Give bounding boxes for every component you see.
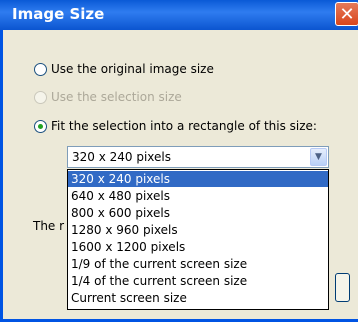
dropdown-item-800x600[interactable]: 800 x 600 pixels (68, 205, 328, 221)
chevron-down-icon: ▼ (315, 152, 322, 162)
close-button[interactable]: ✕ (335, 2, 358, 26)
radio-checked-dot (38, 124, 43, 129)
partial-label: The r (33, 219, 65, 233)
dropdown-item-320x240[interactable]: 320 x 240 pixels (68, 171, 328, 187)
radio-selection-size-label: Use the selection size (51, 90, 182, 104)
radio-original-size-label[interactable]: Use the original image size (51, 62, 214, 76)
dropdown-item-one-quarter-screen[interactable]: 1/4 of the current screen size (68, 273, 328, 289)
size-dropdown-list: 320 x 240 pixels 640 x 480 pixels 800 x … (67, 169, 329, 310)
window-frame-left (0, 30, 3, 322)
close-icon: ✕ (339, 4, 355, 25)
dropdown-item-current-screen[interactable]: Current screen size (68, 290, 328, 306)
dropdown-item-one-ninth-screen[interactable]: 1/9 of the current screen size (68, 256, 328, 272)
dropdown-button[interactable]: ▼ (310, 148, 327, 166)
image-size-dialog: Image Size ✕ Use the original image size… (0, 0, 358, 322)
partial-button[interactable] (335, 273, 350, 302)
dialog-title: Image Size (12, 5, 105, 23)
dropdown-item-1280x960[interactable]: 1280 x 960 pixels (68, 222, 328, 238)
title-bar[interactable]: Image Size ✕ (0, 0, 358, 30)
dropdown-item-1600x1200[interactable]: 1600 x 1200 pixels (68, 239, 328, 255)
size-select-value: 320 x 240 pixels (72, 150, 172, 164)
size-select[interactable]: 320 x 240 pixels ▼ (67, 146, 329, 168)
radio-fit-rectangle[interactable] (34, 120, 47, 133)
radio-selection-size (34, 91, 47, 104)
radio-original-size[interactable] (34, 63, 47, 76)
dropdown-item-640x480[interactable]: 640 x 480 pixels (68, 188, 328, 204)
radio-fit-rectangle-label[interactable]: Fit the selection into a rectangle of th… (51, 119, 317, 133)
